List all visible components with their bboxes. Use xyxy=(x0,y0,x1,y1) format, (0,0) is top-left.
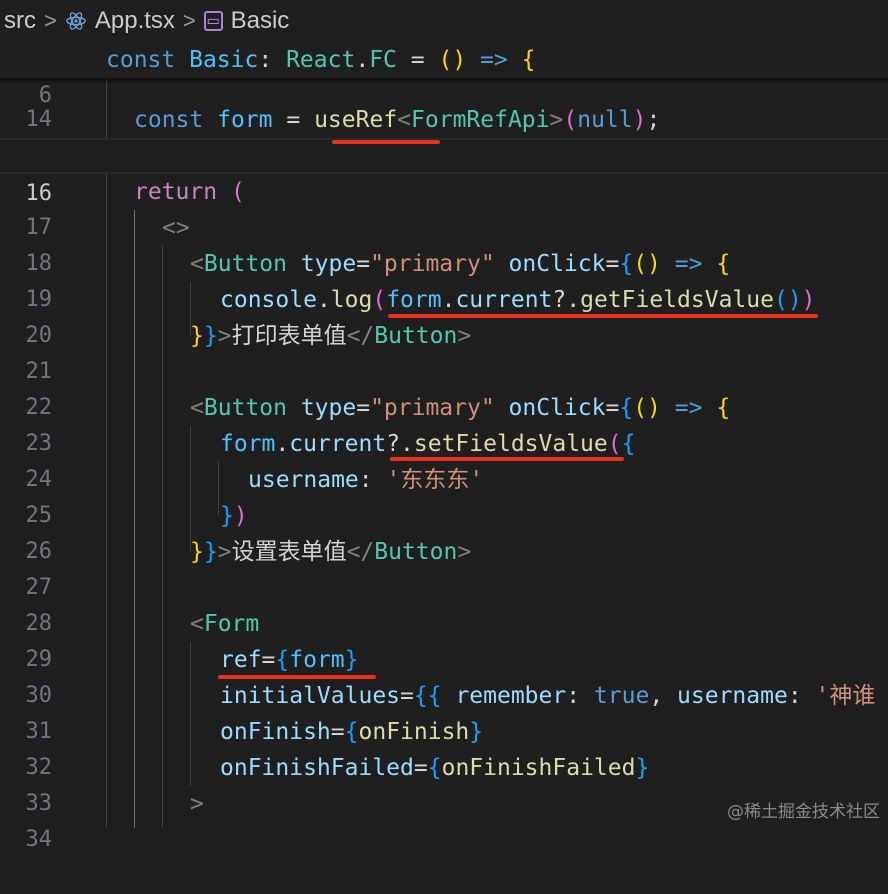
chevron-right-icon: > xyxy=(44,8,57,33)
code-line: onFinishFailed={onFinishFailed} xyxy=(220,755,650,781)
code-line: console.log(form.current?.getFieldsValue… xyxy=(220,287,816,313)
react-icon xyxy=(66,12,86,30)
annotation-underline-ref xyxy=(218,675,376,679)
code-line: }}>打印表单值</Button> xyxy=(190,323,472,349)
code-line: initialValues={{ remember: true, usernam… xyxy=(220,683,876,709)
code-line: }) xyxy=(220,503,248,529)
code-line: username: '东东东' xyxy=(248,467,484,493)
code-line: <Form xyxy=(190,611,260,637)
code-line: <Button type="primary" onClick={() => { xyxy=(190,251,731,277)
breadcrumb: src > App.tsx > ▭ Basic xyxy=(0,0,888,42)
symbol-variable-icon: ▭ xyxy=(203,11,223,31)
annotation-underline-getfieldsvalue xyxy=(388,314,818,318)
watermark: @稀土掘金技术社区 xyxy=(727,802,880,822)
code-line: ref={form} xyxy=(220,647,359,673)
line-number: 6 xyxy=(38,83,52,108)
line-number: 34 xyxy=(25,827,53,852)
code-line: const Basic: React.FC = () => { xyxy=(106,47,536,73)
breadcrumb-folder[interactable]: src xyxy=(4,7,36,35)
code-line: return ( xyxy=(134,179,245,205)
annotation-underline-setfieldsvalue xyxy=(390,457,624,461)
code-line: > xyxy=(190,791,204,817)
breadcrumb-file[interactable]: App.tsx xyxy=(95,7,175,35)
breadcrumb-symbol[interactable]: Basic xyxy=(231,7,290,35)
code-line: <Button type="primary" onClick={() => { xyxy=(190,395,731,421)
current-line[interactable]: 16 xyxy=(0,138,888,206)
code-line: onFinish={onFinish} xyxy=(220,719,484,745)
code-line: }}>设置表单值</Button> xyxy=(190,539,472,565)
chevron-right-icon: > xyxy=(182,8,196,33)
code-line: <> xyxy=(162,215,190,241)
code-line: const form = useRef<FormRefApi>(null); xyxy=(134,107,661,133)
annotation-underline-useref xyxy=(332,140,440,144)
sticky-scroll-line[interactable]: 6 const Basic: React.FC = () => { xyxy=(0,42,888,108)
